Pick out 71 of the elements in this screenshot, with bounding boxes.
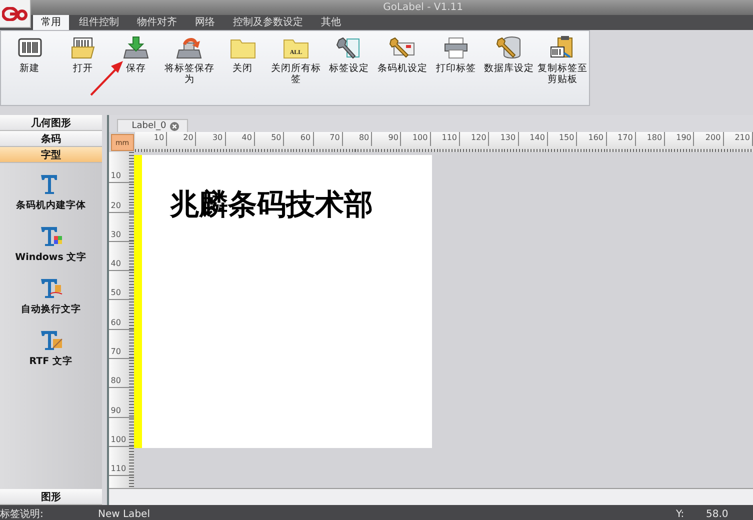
ruler-number: 90 (388, 132, 400, 144)
ruler-number: 160 (588, 132, 605, 144)
ruler-number: 80 (110, 375, 121, 388)
ruler-number: 190 (676, 132, 692, 144)
toolbar-button[interactable]: 关闭 (216, 35, 270, 105)
ruler-number: 10 (154, 132, 166, 144)
window-title: GoLabel - V1.11 (383, 1, 463, 15)
ruler-number: 150 (558, 132, 576, 144)
save-icon (122, 35, 150, 61)
ruler-number: 130 (500, 132, 517, 144)
status-text: New Label (98, 509, 150, 520)
ruler-number: 90 (110, 404, 121, 417)
ribbon-tab[interactable]: 组件控制 (71, 15, 127, 30)
ruler-number: 170 (618, 132, 634, 144)
open-icon (68, 35, 97, 61)
ruler-number: 200 (705, 132, 722, 144)
ruler-number: 40 (110, 258, 121, 270)
printer-icon (442, 35, 470, 61)
sidebar-item[interactable]: RTF 文字 (29, 329, 72, 368)
ribbon-tab[interactable]: 物件对齐 (129, 15, 185, 30)
database-icon (495, 35, 524, 61)
ruler-number: 120 (471, 132, 488, 144)
toolbar-button[interactable]: 标签设定 (322, 35, 376, 105)
ruler-number: 210 (734, 132, 751, 144)
ruler-number: 20 (183, 132, 194, 144)
sidebar-section[interactable]: 字型 (0, 147, 102, 163)
sidebar-section[interactable]: 几何图形 (0, 115, 102, 131)
ruler-number: 10 (110, 170, 121, 182)
ruler-number: 50 (271, 132, 282, 144)
sidebar-section[interactable]: 图形 (0, 489, 102, 505)
ribbon-tab[interactable]: 网络 (187, 15, 223, 30)
sidebar-item[interactable]: 自动换行文字 (20, 277, 81, 316)
ribbon-tab[interactable]: 控制及参数设定 (225, 15, 311, 30)
ruler-number: 140 (530, 132, 546, 144)
toolbar-button[interactable]: 条码机设定 (376, 35, 430, 105)
toolbar-button[interactable]: 数据库设定 (482, 35, 536, 105)
toolbar-button[interactable]: 保存 (110, 35, 163, 105)
ruler-number: 110 (442, 132, 458, 144)
ruler-number: 70 (330, 132, 341, 144)
ruler-number: 30 (212, 132, 224, 144)
document-tab[interactable]: Label_0 (116, 119, 188, 132)
document-tab-title: Label_0 (132, 121, 166, 131)
toolbar-button[interactable]: 打开 (56, 35, 110, 105)
ruler-number: 100 (412, 132, 429, 144)
sidebar-item[interactable]: 条码机内建字体 (16, 173, 86, 212)
toolbar-button[interactable]: 将标签保存为 (162, 35, 216, 105)
sidebar-section[interactable]: 条码 (0, 131, 102, 147)
sidebar-item[interactable]: Windows 文字 (15, 225, 87, 264)
ribbon-tab[interactable]: 其他 (313, 15, 349, 30)
ruler-number: 30 (110, 228, 121, 241)
ruler-number: 80 (358, 132, 370, 144)
toolbar-button[interactable]: 复制标签至剪贴板 (536, 35, 589, 105)
ruler-number: 180 (646, 132, 664, 144)
saveas-icon (175, 35, 204, 61)
ruler-number: 40 (242, 132, 253, 144)
ruler-number: 70 (110, 346, 121, 358)
ruler-number: 20 (110, 200, 121, 212)
close-icon[interactable] (170, 122, 180, 130)
ruler-number: 100 (110, 434, 126, 446)
ribbon-tab[interactable]: 常用 (33, 15, 69, 30)
status-label: 标签说明: (0, 509, 44, 520)
toolbar-button[interactable]: 打印标签 (429, 35, 482, 105)
app-logo-icon[interactable] (0, 0, 31, 28)
ruler-number: 60 (110, 316, 121, 329)
toolbar-button[interactable]: 新建 (3, 35, 56, 105)
status-label: Y: (676, 509, 684, 520)
ruler-number: 110 (110, 463, 126, 476)
label-text[interactable]: 兆麟条码技术部 (170, 185, 373, 225)
ruler-number: 50 (110, 287, 121, 300)
ruler-number: 60 (300, 132, 312, 144)
status-text: 58.0 (706, 509, 728, 520)
